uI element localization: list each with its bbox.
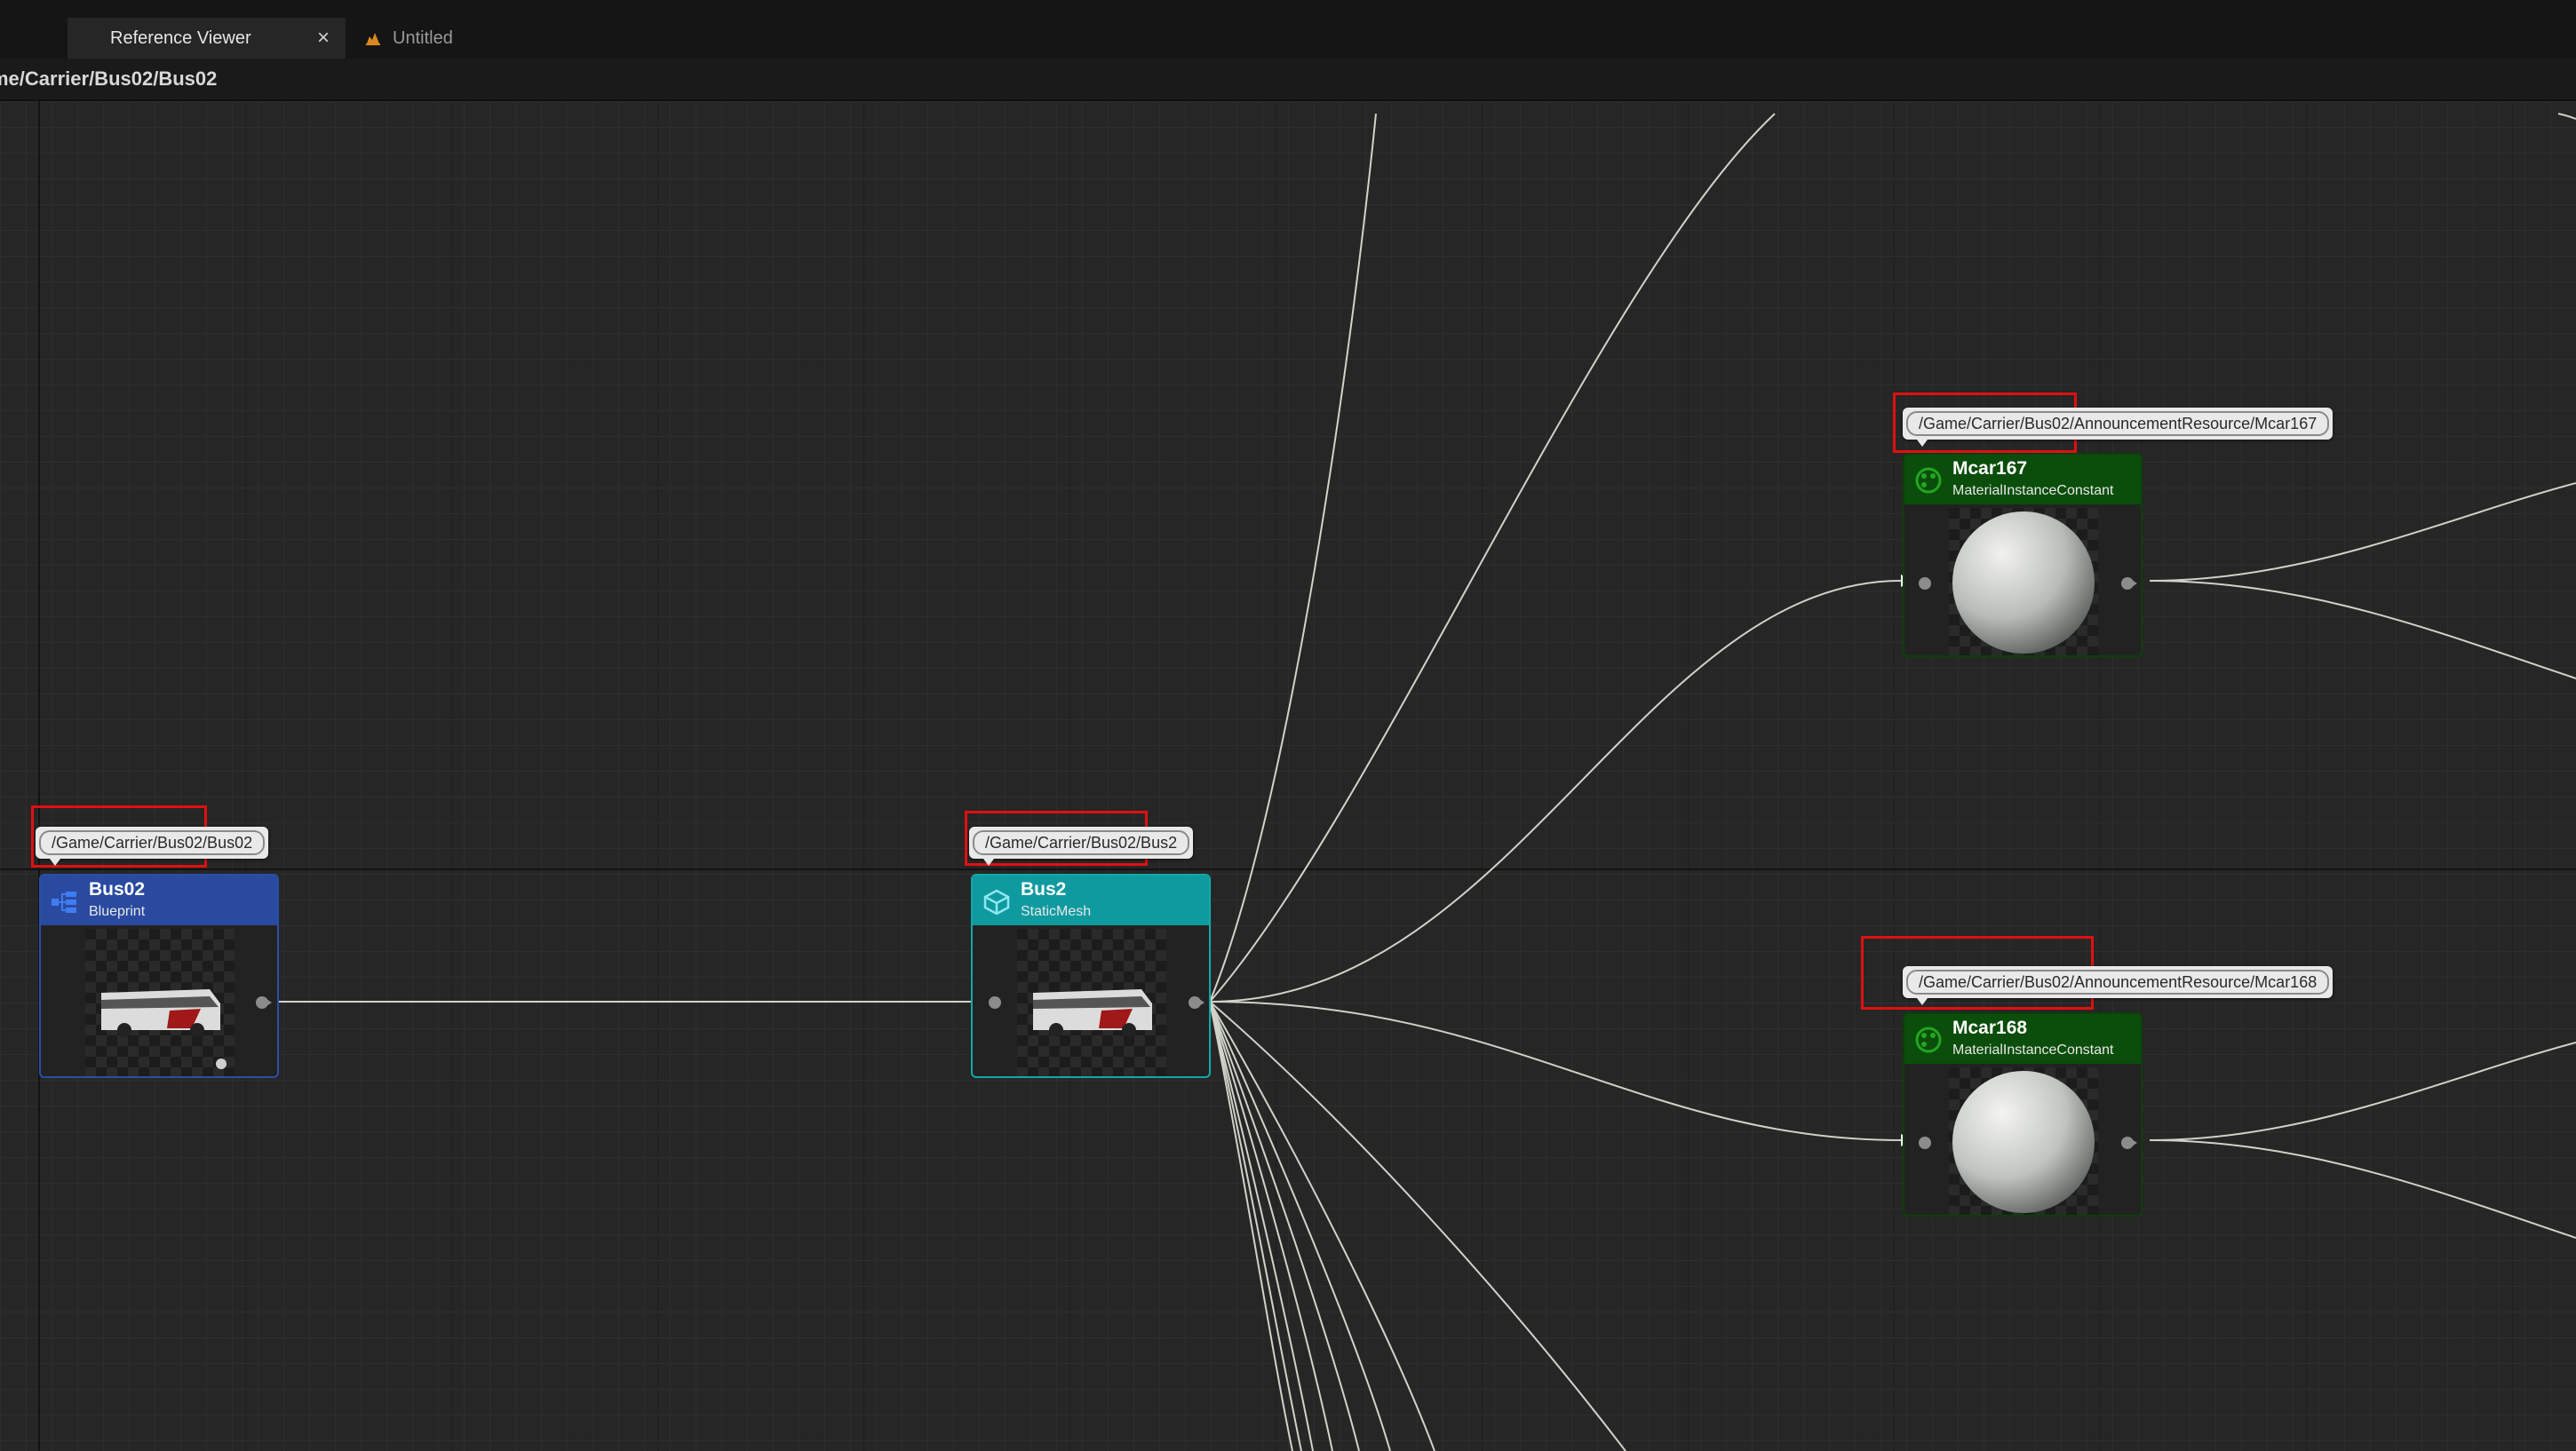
wire-bus2-to-mcar168 (1209, 1001, 1902, 1141)
node-header: Mcar167 MaterialInstanceConstant (1904, 455, 2141, 504)
bus-thumbnail-icon (1033, 989, 1152, 1037)
input-pin[interactable] (1919, 577, 1931, 590)
material-sphere-icon (1952, 511, 2095, 654)
node-mcar168[interactable]: Mcar168 MaterialInstanceConstant (1903, 1012, 2143, 1217)
blueprint-icon (366, 33, 380, 45)
node-type: MaterialInstanceConstant (1952, 483, 2114, 498)
tab-bar: Reference Viewer × Untitled (0, 0, 2576, 59)
asset-path-text[interactable]: me/Carrier/Bus02/Bus02 (0, 67, 217, 91)
input-pin[interactable] (1919, 1137, 1931, 1149)
asset-thumbnail (1949, 1067, 2098, 1215)
output-pin[interactable] (2121, 1137, 2137, 1149)
reference-wires (266, 113, 2576, 1451)
node-bus2[interactable]: Bus2 StaticMesh (971, 874, 1211, 1078)
node-title: Bus02 (89, 879, 146, 900)
node-title: Bus2 (1021, 879, 1067, 900)
material-sphere-icon (1952, 1071, 2095, 1213)
node-type: MaterialInstanceConstant (1952, 1043, 2114, 1058)
path-text: /Game/Carrier/Bus02/AnnouncementResource… (1906, 411, 2330, 436)
asset-path-bar: me/Carrier/Bus02/Bus02 (0, 59, 2576, 101)
blueprint-class-icon (52, 892, 76, 913)
node-mcar167[interactable]: Mcar167 MaterialInstanceConstant (1903, 453, 2143, 657)
tab-reference-viewer[interactable]: Reference Viewer × (68, 18, 346, 59)
asset-thumbnail (1017, 929, 1166, 1076)
output-pin[interactable] (2121, 577, 2137, 590)
asset-thumbnail (1949, 508, 2098, 655)
node-path-label: /Game/Carrier/Bus02/Bus02 (36, 827, 269, 866)
node-type: StaticMesh (1021, 904, 1092, 919)
tab-untitled[interactable]: Untitled (355, 18, 533, 59)
bus-thumbnail-icon (101, 989, 227, 1069)
output-pin[interactable] (1189, 996, 1205, 1009)
asset-thumbnail (85, 929, 235, 1076)
node-type: Blueprint (89, 904, 146, 919)
path-text: /Game/Carrier/Bus02/Bus2 (973, 830, 1190, 855)
tab-label: Untitled (393, 28, 453, 48)
input-pin[interactable] (989, 996, 1001, 1009)
node-bus02[interactable]: Bus02 Blueprint (39, 874, 279, 1078)
static-mesh-icon (983, 889, 1010, 916)
node-path-label: /Game/Carrier/Bus02/Bus2 (969, 827, 1194, 866)
node-header: Bus2 StaticMesh (973, 876, 1209, 925)
path-text: /Game/Carrier/Bus02/AnnouncementResource… (1906, 970, 2330, 995)
node-path-label: /Game/Carrier/Bus02/AnnouncementResource… (1903, 408, 2334, 447)
wire-bus2-to-mcar167 (1209, 580, 1902, 1003)
node-header: Bus02 Blueprint (41, 876, 277, 925)
node-header: Mcar168 MaterialInstanceConstant (1904, 1014, 2141, 1064)
node-title: Mcar167 (1952, 458, 2028, 479)
wire-bus2-to-top-1 (1209, 113, 1377, 1003)
path-text: /Game/Carrier/Bus02/Bus02 (39, 830, 266, 855)
graph-canvas[interactable]: /Game/Carrier/Bus02/Bus02 Bus02 Blueprin… (0, 101, 2576, 1451)
close-icon[interactable]: × (317, 26, 330, 51)
output-pin[interactable] (256, 996, 272, 1009)
tab-label: Reference Viewer (110, 28, 251, 48)
node-path-label: /Game/Carrier/Bus02/AnnouncementResource… (1903, 966, 2334, 1005)
node-title: Mcar168 (1952, 1018, 2028, 1038)
material-instance-icon (1915, 467, 1942, 494)
material-instance-icon (1915, 1027, 1942, 1053)
